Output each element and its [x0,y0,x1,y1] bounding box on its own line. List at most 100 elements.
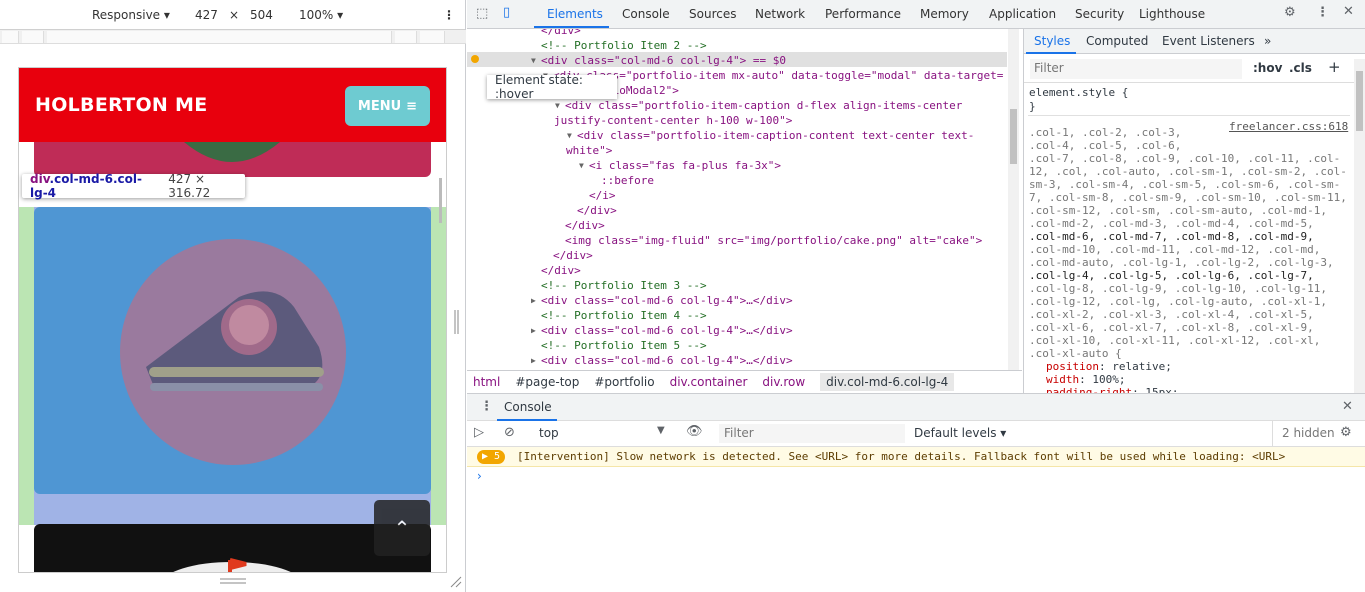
element-style-open[interactable]: element.style { [1029,86,1128,99]
expand-triangle-icon[interactable]: ▼ [579,158,584,173]
drawer-menu-icon[interactable]: ⋮ [480,399,493,414]
collapse-triangle-icon[interactable]: ▶ [531,293,536,308]
dom-line[interactable]: <!-- Portfolio Item 4 --> [541,308,707,323]
dom-line[interactable]: ::before [601,173,654,188]
menu-button[interactable]: MENU ≡ [345,86,430,126]
dom-line[interactable]: <div class="portfolio-item-caption d-fle… [565,98,962,113]
dom-line[interactable]: <!-- Portfolio Item 5 --> [541,338,707,353]
css-declaration[interactable]: position: relative; [1046,360,1172,373]
device-mode-select[interactable]: Responsive ▾ [92,8,170,22]
tab-event-listeners[interactable]: Event Listeners [1162,34,1255,48]
portfolio-item-cake[interactable] [34,207,431,494]
css-property[interactable]: width [1046,373,1079,386]
dom-line[interactable]: <div class="portfolio-item mx-auto" data… [553,68,1003,83]
tab-computed[interactable]: Computed [1086,34,1148,48]
dom-line[interactable]: <i class="fas fa-plus fa-3x"> [589,158,781,173]
css-property[interactable]: position [1046,360,1099,373]
tab-sources[interactable]: Sources [689,7,736,21]
dom-line[interactable]: </div> [577,203,617,218]
media-query-bar[interactable] [0,30,466,44]
dom-scrollbar[interactable] [1008,29,1019,370]
selector-line: .col-xl-6, .col-xl-7, .col-xl-8, .col-xl… [1029,321,1314,334]
resize-corner-icon[interactable] [450,576,462,588]
dom-line[interactable]: </i> [589,188,616,203]
dom-line[interactable]: </div> [541,263,581,278]
crumb-container[interactable]: div.container [670,375,748,389]
height-input[interactable]: 504 [250,8,273,22]
device-toolbar-icon[interactable]: ▯ [503,5,510,20]
crumb-row[interactable]: div.row [762,375,805,389]
dom-line[interactable]: <!-- Portfolio Item 2 --> [541,38,707,53]
tab-security[interactable]: Security [1075,7,1124,21]
console-prompt[interactable]: › [477,469,482,483]
new-rule-plus-icon[interactable]: + [1328,58,1341,76]
scroll-to-top-button[interactable]: ⌃ [374,500,430,556]
dom-line[interactable]: white"> [566,143,612,158]
cls-toggle[interactable]: .cls [1289,61,1312,75]
dom-line[interactable]: </div> [541,29,581,38]
crumb-page-top[interactable]: #page-top [515,375,579,389]
tab-console[interactable]: Console [622,7,670,21]
css-declaration[interactable]: width: 100%; [1046,373,1126,386]
expand-triangle-icon[interactable]: ▼ [531,53,536,68]
more-menu-icon[interactable]: ⋮ [1316,5,1329,20]
resize-handle-bottom-icon[interactable] [218,576,248,586]
tab-memory[interactable]: Memory [920,7,969,21]
console-settings-gear-icon[interactable]: ⚙ [1340,425,1352,440]
dom-line[interactable]: <div class="col-md-6 col-lg-4">…</div> [541,353,793,368]
hov-toggle[interactable]: :hov [1253,61,1282,75]
dom-line[interactable]: <!-- Portfolio Item 3 --> [541,278,707,293]
close-drawer-icon[interactable]: ✕ [1342,399,1353,414]
expand-triangle-icon[interactable]: ▼ [567,128,572,143]
tab-lighthouse[interactable]: Lighthouse [1139,7,1205,21]
tab-performance[interactable]: Performance [825,7,901,21]
brand-logo[interactable]: HOLBERTON ME [35,94,208,116]
css-value[interactable]: relative; [1112,360,1172,373]
styles-filter-input[interactable]: Filter [1030,59,1242,79]
tab-styles[interactable]: Styles [1034,34,1070,48]
clear-console-icon[interactable]: ⊘ [504,425,515,440]
crumb-portfolio[interactable]: #portfolio [594,375,654,389]
source-link[interactable]: freelancer.css:618 [1229,120,1348,133]
dom-line[interactable]: </div> [565,218,605,233]
settings-gear-icon[interactable]: ⚙ [1284,5,1296,20]
pane-splitter-icon[interactable] [454,310,460,334]
dom-line[interactable]: <div class="col-md-6 col-lg-4"> == $0 [541,53,786,68]
dom-line[interactable]: <div class="col-md-6 col-lg-4">…</div> [541,323,793,338]
tab-application[interactable]: Application [989,7,1056,21]
css-declaration[interactable]: padding-right: 15px; [1046,386,1178,393]
console-filter-input[interactable]: Filter [719,424,905,443]
inspect-element-icon[interactable]: ⬚ [476,6,488,21]
tab-elements[interactable]: Elements [547,7,603,21]
collapse-triangle-icon[interactable]: ▶ [531,353,536,368]
log-levels-select[interactable]: Default levels ▾ [914,426,1006,440]
dom-tree[interactable]: </div> <!-- Portfolio Item 2 --> <div clas… [467,29,1022,370]
crumb-html[interactable]: html [473,375,500,389]
zoom-select[interactable]: 100% ▾ [299,8,343,22]
dom-line[interactable]: <div class="portfolio-item-caption-conte… [577,128,974,143]
sidebar-toggle-icon[interactable]: ▷ [474,425,484,440]
console-warning-row[interactable]: ▶ 5 [Intervention] Slow network is detec… [467,447,1365,467]
collapse-triangle-icon[interactable]: ▶ [531,323,536,338]
portfolio-item-next[interactable] [34,524,431,572]
styles-scrollbar[interactable] [1354,59,1365,393]
dom-line[interactable]: <img class="img-fluid" src="img/portfoli… [565,233,982,248]
console-drawer-tab[interactable]: Console [504,400,552,414]
live-expression-eye-icon[interactable]: 👁 [686,424,703,439]
dom-line[interactable]: </div> [553,248,593,263]
crumb-current[interactable]: div.col-md-6.col-lg-4 [820,373,955,391]
more-options-icon[interactable]: ⋮ [443,8,455,22]
css-property[interactable]: padding-right [1046,386,1132,393]
css-value[interactable]: 100%; [1092,373,1125,386]
scrollbar-thumb[interactable] [439,178,442,223]
css-value[interactable]: 15px; [1145,386,1178,393]
context-select[interactable]: top [539,426,559,440]
width-input[interactable]: 427 [195,8,218,22]
close-devtools-icon[interactable]: ✕ [1343,4,1354,19]
dom-line[interactable]: justify-content-center h-100 w-100"> [554,113,792,128]
more-tabs-chevron-icon[interactable]: » [1264,34,1271,48]
selector-line: .col-lg-4, .col-lg-5, .col-lg-6, .col-lg… [1029,269,1314,282]
dom-line[interactable]: <div class="col-md-6 col-lg-4">…</div> [541,293,793,308]
tab-network[interactable]: Network [755,7,805,21]
context-dropdown-icon[interactable]: ▼ [657,425,665,436]
